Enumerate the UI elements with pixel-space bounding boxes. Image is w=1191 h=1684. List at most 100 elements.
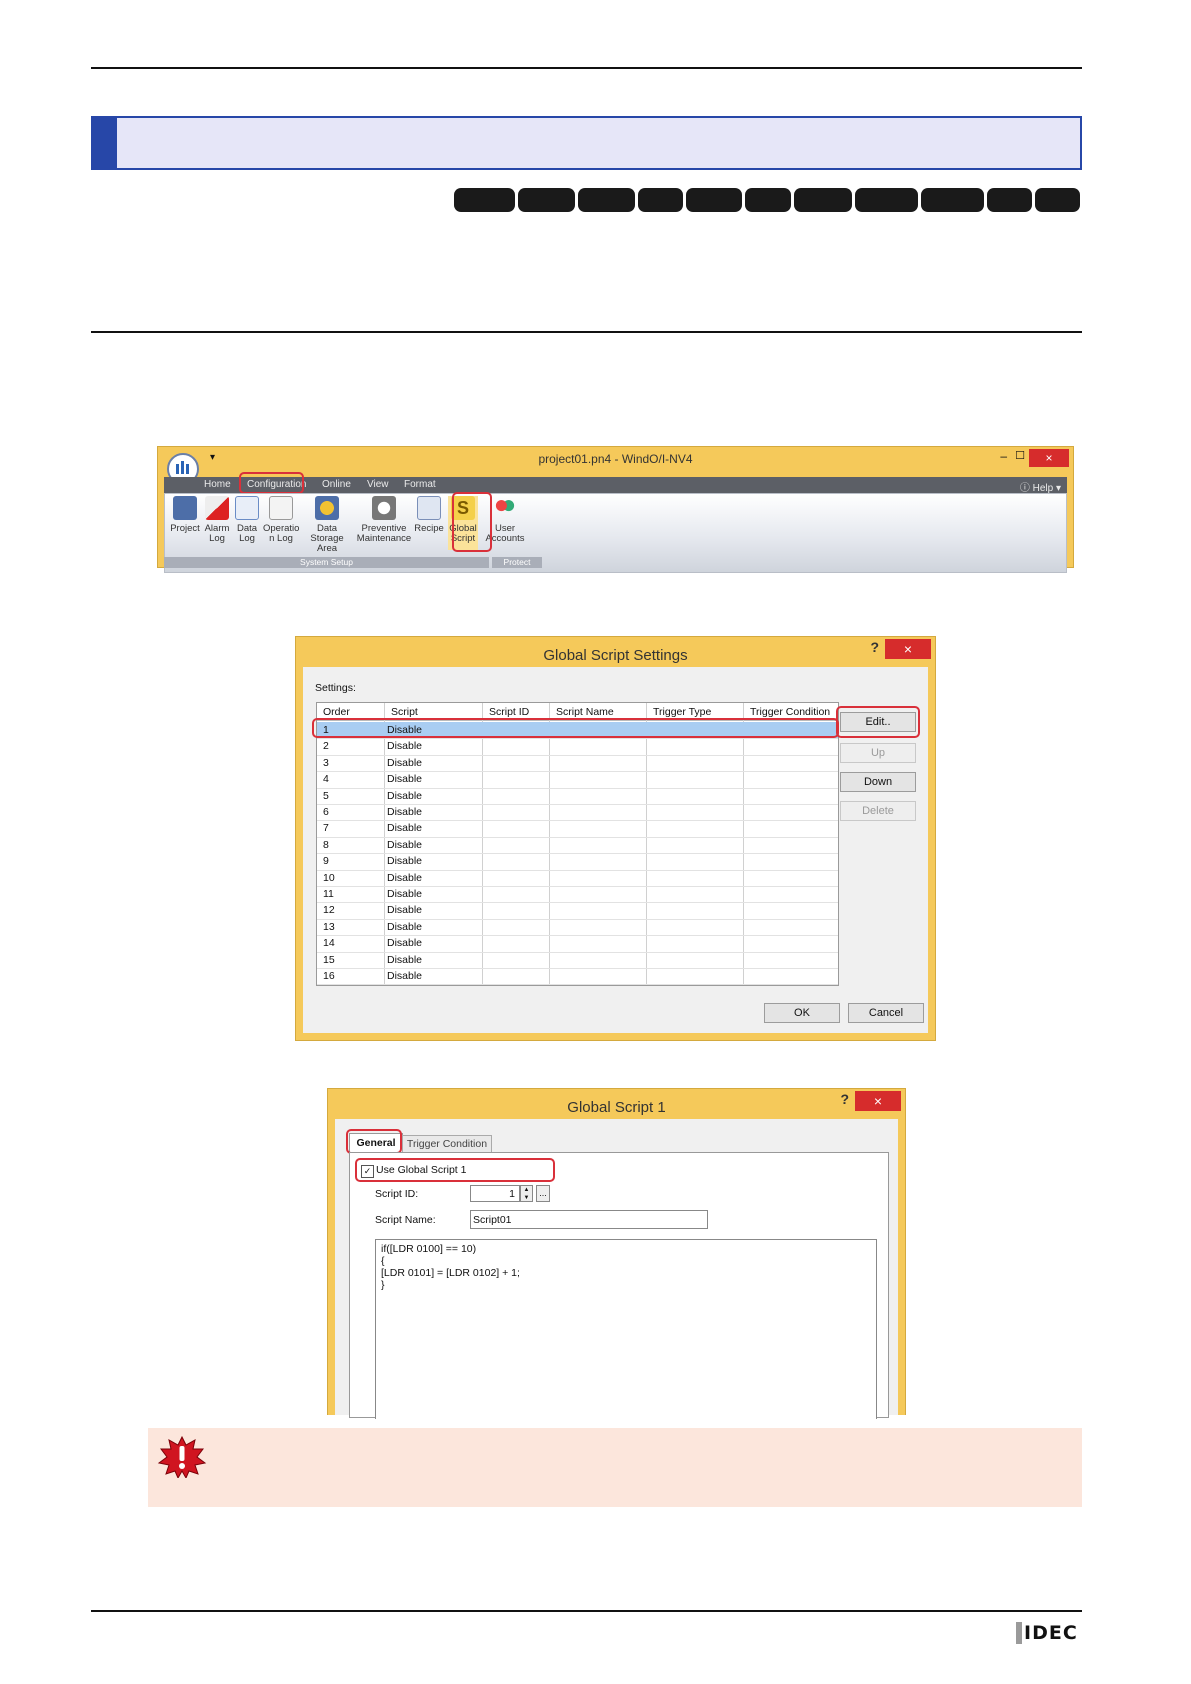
model-pill: [638, 188, 683, 212]
table-row[interactable]: 12 Disable: [317, 902, 838, 920]
logo-bar: [1016, 1622, 1022, 1644]
down-button[interactable]: Down: [840, 772, 916, 792]
row-order: 5: [323, 789, 329, 802]
code-line: if([LDR 0100] == 10): [381, 1243, 477, 1255]
script-name-input[interactable]: Script01: [470, 1210, 708, 1229]
configuration-highlight: [239, 472, 304, 494]
settings-label: Settings:: [315, 682, 356, 694]
col-script[interactable]: Script: [391, 706, 418, 718]
ribbon-label: Maintenance: [356, 533, 412, 544]
row-1-highlight: [312, 718, 839, 738]
data-storage-icon: [315, 496, 339, 520]
menu-format[interactable]: Format: [404, 479, 436, 490]
row-order: 9: [323, 855, 329, 868]
ribbon-operation-log-button[interactable]: Operatio n Log: [263, 496, 299, 544]
table-row[interactable]: 5 Disable: [317, 788, 838, 805]
ribbon-data-log-button[interactable]: Data Log: [233, 496, 261, 544]
script-id-input[interactable]: 1: [470, 1185, 520, 1202]
use-global-script-highlight: [355, 1158, 555, 1182]
table-row[interactable]: 2 Disable: [317, 738, 838, 756]
script-id-browse-button[interactable]: ...: [536, 1185, 550, 1202]
table-row[interactable]: 3 Disable: [317, 755, 838, 773]
menu-online[interactable]: Online: [322, 479, 351, 490]
row-order: 8: [323, 838, 329, 851]
settings-close-button[interactable]: ×: [885, 639, 931, 659]
up-button[interactable]: Up: [840, 743, 916, 763]
section-rule: [91, 331, 1082, 333]
ok-button[interactable]: OK: [764, 1003, 840, 1023]
ribbon-project-button[interactable]: Project: [169, 496, 201, 534]
table-row[interactable]: 9 Disable: [317, 853, 838, 871]
menu-help[interactable]: ⓘ Help ▾: [1020, 479, 1061, 494]
row-script: Disable: [387, 888, 423, 900]
script-id-spinner[interactable]: ▲ ▼: [520, 1185, 533, 1202]
recipe-icon: [417, 496, 441, 520]
model-pill: [745, 188, 791, 212]
row-order: 13: [323, 920, 335, 933]
top-rule: [91, 67, 1082, 69]
close-button[interactable]: ×: [1029, 449, 1069, 467]
row-script: Disable: [387, 789, 423, 802]
row-script: Disable: [387, 904, 423, 917]
model-pill: [987, 188, 1032, 212]
model-pill: [1035, 188, 1080, 212]
user-accounts-icon: [493, 496, 517, 520]
col-script-name[interactable]: Script Name: [556, 706, 614, 718]
row-order: 4: [323, 773, 329, 786]
settings-help-button[interactable]: ?: [870, 639, 879, 655]
ribbon-label: Log: [209, 533, 225, 544]
ribbon-preventive-maintenance-button[interactable]: Preventive Maintenance: [355, 496, 413, 544]
code-line: {: [381, 1255, 385, 1267]
table-row[interactable]: 13 Disable: [317, 919, 838, 937]
table-row[interactable]: 6 Disable: [317, 804, 838, 822]
minimize-button[interactable]: –: [1000, 449, 1007, 463]
col-order[interactable]: Order: [323, 706, 350, 718]
cancel-button[interactable]: Cancel: [848, 1003, 924, 1023]
table-row[interactable]: 15 Disable: [317, 952, 838, 969]
row-order: 16: [323, 970, 335, 982]
ribbon-data-storage-area-button[interactable]: Data Storage Area: [300, 496, 354, 554]
model-pill: [855, 188, 918, 212]
table-row[interactable]: 11 Disable: [317, 886, 838, 904]
col-script-id[interactable]: Script ID: [489, 706, 529, 718]
script-dialog-body: General Trigger Condition ✓ Use Global S…: [335, 1119, 898, 1419]
table-row[interactable]: 14 Disable: [317, 935, 838, 953]
data-log-icon: [235, 496, 259, 520]
footer-rule: [91, 1610, 1082, 1612]
row-script: Disable: [387, 970, 423, 982]
row-order: 15: [323, 953, 335, 966]
script-code-editor[interactable]: if([LDR 0100] == 10) { [LDR 0101] = [LDR…: [375, 1239, 877, 1419]
col-trigger-type[interactable]: Trigger Type: [653, 706, 711, 718]
ribbon-label: Data Storage: [310, 523, 344, 544]
table-row[interactable]: 4 Disable: [317, 771, 838, 789]
ribbon-alarm-log-button[interactable]: Alarm Log: [203, 496, 231, 544]
table-row[interactable]: 8 Disable: [317, 837, 838, 855]
model-pill: [686, 188, 742, 212]
warning-icon: [157, 1436, 207, 1478]
table-row[interactable]: 10 Disable: [317, 870, 838, 887]
global-script-settings-dialog: Global Script Settings ? × Settings: Ord…: [295, 636, 936, 1041]
script-table[interactable]: Order Script Script ID Script Name Trigg…: [316, 702, 839, 986]
delete-button[interactable]: Delete: [840, 801, 916, 821]
row-order: 7: [323, 822, 329, 835]
table-row[interactable]: 16 Disable: [317, 968, 838, 986]
idec-logo: IDEC: [1016, 1622, 1078, 1644]
ribbon-label: n Log: [269, 533, 293, 544]
general-panel: ✓ Use Global Script 1 Script ID: 1 ▲ ▼ ..…: [349, 1152, 889, 1419]
script-help-button[interactable]: ?: [840, 1091, 849, 1107]
row-script: Disable: [387, 871, 423, 884]
script-close-button[interactable]: ×: [855, 1091, 901, 1111]
operation-log-icon: [269, 496, 293, 520]
ribbon-recipe-button[interactable]: Recipe: [414, 496, 444, 534]
tab-trigger-condition[interactable]: Trigger Condition: [402, 1135, 492, 1153]
group-system-setup: System Setup: [164, 557, 489, 568]
ribbon-label: Area: [316, 543, 338, 554]
menu-view[interactable]: View: [367, 479, 389, 490]
row-script: Disable: [387, 838, 423, 851]
row-script: Disable: [387, 773, 423, 786]
maximize-button[interactable]: ☐: [1015, 449, 1025, 462]
menu-home[interactable]: Home: [204, 479, 231, 490]
table-row[interactable]: 7 Disable: [317, 820, 838, 838]
row-script: Disable: [387, 920, 423, 933]
col-trigger-condition[interactable]: Trigger Condition: [750, 706, 830, 718]
